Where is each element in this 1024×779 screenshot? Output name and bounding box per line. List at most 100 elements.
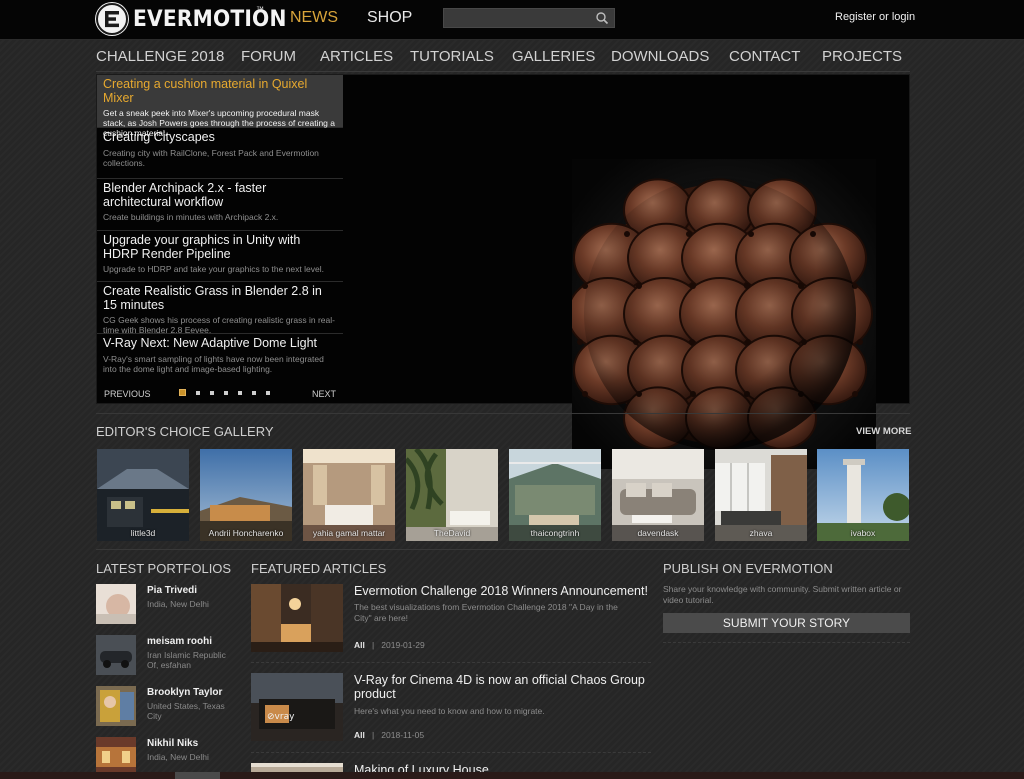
gallery-section-title: EDITOR'S CHOICE GALLERY	[96, 424, 274, 439]
nav-articles[interactable]: ARTICLES	[320, 48, 393, 65]
slider-list: Creating a cushion material in Quixel Mi…	[97, 75, 343, 404]
nav-downloads[interactable]: DOWNLOADS	[611, 48, 709, 65]
gallery-thumb-author: Andrii Honcharenko	[208, 528, 284, 538]
article-divider	[251, 662, 651, 663]
slider-item[interactable]: Create Realistic Grass in Blender 2.8 in…	[97, 282, 343, 335]
portfolio-name[interactable]: Brooklyn Taylor	[147, 687, 222, 698]
avatar[interactable]	[96, 584, 136, 624]
gallery-thumb[interactable]: davendask	[612, 449, 704, 541]
slider-item[interactable]: V-Ray Next: New Adaptive Dome Light V-Ra…	[97, 334, 343, 384]
gallery-thumb[interactable]: zhava	[715, 449, 807, 541]
article-date: 2018-11-05	[381, 730, 425, 740]
portfolio-name[interactable]: meisam roohi	[147, 636, 212, 647]
slider-item[interactable]: Blender Archipack 2.x - faster architect…	[97, 179, 343, 231]
publish-description: Share your knowledge with community. Sub…	[663, 584, 902, 605]
slider-dot[interactable]	[224, 391, 228, 395]
slider-dot-active[interactable]	[179, 389, 186, 396]
slider-item-desc: Create buildings in minutes with Archipa…	[103, 212, 279, 222]
nav-tutorials[interactable]: TUTORIALS	[410, 48, 494, 65]
nav-divider	[96, 71, 910, 72]
publish-divider	[663, 642, 910, 643]
slider-item-title: V-Ray Next: New Adaptive Dome Light	[103, 336, 317, 350]
slider-item-title: Upgrade your graphics in Unity with HDRP…	[103, 233, 301, 261]
slider-item[interactable]: Creating Cityscapes Creating city with R…	[97, 128, 343, 179]
nav-challenge-2018[interactable]: CHALLENGE 2018	[96, 48, 224, 65]
gallery-thumb[interactable]: TheDavid	[406, 449, 498, 541]
article-thumbnail[interactable]: ⊘vray	[251, 673, 343, 741]
slider-previous-button[interactable]: PREVIOUS	[104, 389, 151, 399]
portfolio-name[interactable]: Pia Trivedi	[147, 585, 197, 596]
top-nav-shop[interactable]: SHOP	[367, 9, 412, 27]
article-date: 2019-01-29	[381, 640, 425, 650]
article-item[interactable]: ⊘vray V-Ray for Cinema 4D is now an offi…	[251, 673, 651, 753]
slider-item-desc: CG Geek shows his process of creating re…	[103, 315, 335, 335]
register-login-link[interactable]: Register or login	[835, 11, 915, 23]
slider-item-desc: Upgrade to HDRP and take your graphics t…	[103, 264, 324, 274]
article-thumbnail[interactable]	[251, 584, 343, 652]
article-tag[interactable]: All	[354, 640, 365, 650]
article-title[interactable]: V-Ray for Cinema 4D is now an official C…	[354, 673, 654, 701]
featured-slider: Creating a cushion material in Quixel Mi…	[96, 74, 910, 469]
portfolio-name[interactable]: Nikhil Niks	[147, 738, 198, 749]
portfolio-location: Iran Islamic Republic Of, esfahan	[147, 650, 226, 670]
gallery-thumb[interactable]: ivabox	[817, 449, 909, 541]
submit-story-button[interactable]: SUBMIT YOUR STORY	[663, 613, 910, 633]
gallery-thumb[interactable]: yahia gamal mattar	[303, 449, 395, 541]
avatar[interactable]	[96, 686, 136, 726]
slider-item-title: Blender Archipack 2.x - faster architect…	[103, 181, 267, 209]
view-more-link[interactable]: VIEW MORE	[856, 426, 911, 437]
slider-dot[interactable]	[266, 391, 270, 395]
nav-galleries[interactable]: GALLERIES	[512, 48, 595, 65]
gallery-thumb-author: ivabox	[850, 528, 876, 538]
slider-item-title: Creating a cushion material in Quixel Mi…	[103, 77, 308, 105]
gallery-thumb-author: TheDavid	[433, 528, 471, 538]
top-bar: EVERMOTION ™ NEWS SHOP Register or login	[0, 0, 1024, 40]
slider-hero-image[interactable]	[567, 159, 876, 469]
article-meta: All | 2018-11-05	[354, 730, 424, 740]
article-desc: The best visualizations from Evermotion …	[354, 602, 618, 623]
slider-dot[interactable]	[196, 391, 200, 395]
slider-dot[interactable]	[210, 391, 214, 395]
article-divider	[251, 752, 651, 753]
article-item[interactable]: Evermotion Challenge 2018 Winners Announ…	[251, 584, 651, 664]
gallery-thumb-author: davendask	[637, 528, 679, 538]
featured-section-title: FEATURED ARTICLES	[251, 561, 387, 576]
gallery-thumb[interactable]: Andrii Honcharenko	[200, 449, 292, 541]
slider-dot[interactable]	[238, 391, 242, 395]
slider-item[interactable]: Upgrade your graphics in Unity with HDRP…	[97, 231, 343, 282]
svg-text:⊘vray: ⊘vray	[267, 712, 295, 722]
logo-mark-icon	[95, 2, 129, 36]
gallery-thumb-author: yahia gamal mattar	[312, 528, 386, 538]
meta-separator: |	[371, 730, 375, 740]
gallery-thumb-author: zhava	[749, 528, 773, 538]
nav-projects[interactable]: PROJECTS	[822, 48, 902, 65]
nav-contact[interactable]: CONTACT	[729, 48, 800, 65]
main-nav: CHALLENGE 2018 FORUM ARTICLES TUTORIALS …	[96, 48, 916, 68]
article-meta: All | 2019-01-29	[354, 640, 425, 650]
portfolio-location: India, New Delhi	[147, 752, 209, 762]
nav-forum[interactable]: FORUM	[241, 48, 296, 65]
slider-next-button[interactable]: NEXT	[312, 389, 336, 399]
gallery-thumb-author: thaicongtrinh	[530, 528, 580, 538]
avatar[interactable]	[96, 737, 136, 777]
portfolio-item[interactable]: Pia Trivedi India, New Delhi	[96, 584, 236, 628]
gallery-thumb[interactable]: little3d	[97, 449, 189, 541]
avatar[interactable]	[96, 635, 136, 675]
article-tag[interactable]: All	[354, 730, 365, 740]
search-icon[interactable]	[595, 11, 609, 25]
footer-block	[175, 772, 220, 779]
evermotion-logo[interactable]: EVERMOTION	[95, 1, 300, 37]
slider-dot[interactable]	[252, 391, 256, 395]
search-box	[443, 8, 615, 28]
slider-item[interactable]: Creating a cushion material in Quixel Mi…	[97, 75, 343, 138]
gallery-thumb[interactable]: thaicongtrinh	[509, 449, 601, 541]
portfolio-item[interactable]: Brooklyn Taylor United States, Texas Cit…	[96, 686, 236, 730]
search-input[interactable]	[448, 10, 588, 26]
article-desc: Here's what you need to know and how to …	[354, 706, 545, 716]
gallery-thumb-author: little3d	[130, 528, 156, 538]
portfolio-item[interactable]: meisam roohi Iran Islamic Republic Of, e…	[96, 635, 236, 679]
section-divider	[96, 413, 910, 414]
top-nav-news[interactable]: NEWS	[290, 9, 338, 27]
article-title[interactable]: Evermotion Challenge 2018 Winners Announ…	[354, 584, 654, 598]
slider-item-desc: Creating city with RailClone, Forest Pac…	[103, 147, 319, 168]
